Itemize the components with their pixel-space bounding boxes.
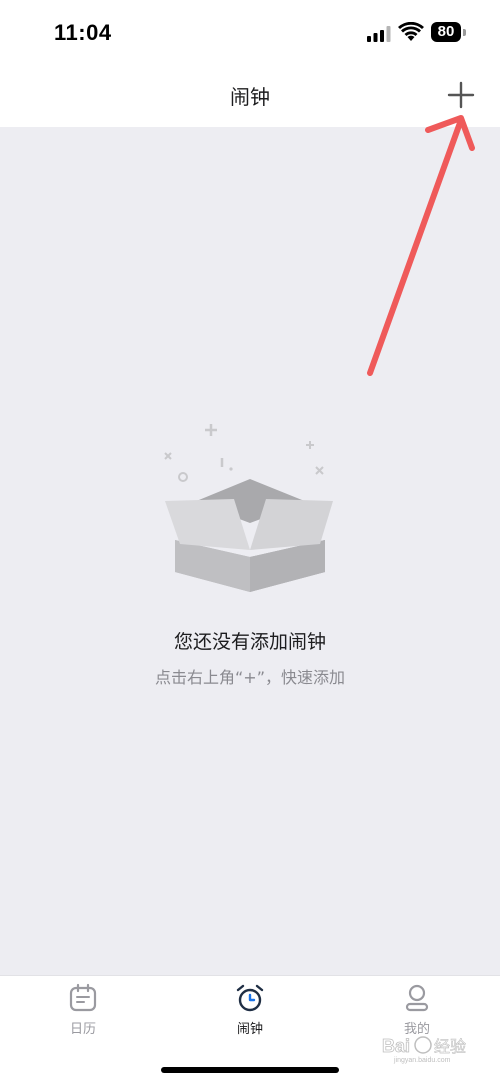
- baidu-jingyan-watermark: Bai 经验 jingyan.baidu.com: [382, 1036, 467, 1064]
- battery-level: 80: [431, 22, 461, 42]
- add-alarm-button[interactable]: [444, 78, 478, 112]
- svg-text:Bai: Bai: [382, 1036, 410, 1056]
- plus-icon: [447, 81, 475, 109]
- battery-indicator: 80: [431, 22, 467, 42]
- tab-calendar[interactable]: 日历: [0, 976, 166, 1046]
- empty-state-hint: 点击右上角“+”，快速添加: [155, 668, 345, 687]
- empty-box-illustration: [164, 424, 333, 592]
- page-title: 闹钟: [230, 85, 270, 109]
- home-indicator: [161, 1067, 339, 1073]
- svg-text:经验: 经验: [434, 1037, 466, 1056]
- tab-bar: 日历 闹钟 我的: [0, 975, 500, 1083]
- alarm-list-area: 您还没有添加闹钟 点击右上角“+”，快速添加: [0, 127, 500, 975]
- cellular-signal-icon: [367, 26, 391, 42]
- status-bar: 11:04 80: [0, 0, 500, 62]
- profile-icon: [405, 984, 429, 1012]
- tab-alarm-label: 闹钟: [236, 1022, 263, 1037]
- wifi-icon: [398, 22, 424, 41]
- tab-alarm[interactable]: 闹钟: [167, 976, 333, 1046]
- navigation-bar: 闹钟: [0, 62, 500, 127]
- status-time: 11:04: [54, 20, 112, 45]
- battery-cap: [463, 29, 466, 36]
- alarm-clock-icon: [236, 984, 264, 1012]
- calendar-icon: [69, 983, 97, 1012]
- empty-state-title: 您还没有添加闹钟: [173, 631, 326, 653]
- tab-calendar-label: 日历: [69, 1022, 96, 1037]
- svg-text:jingyan.baidu.com: jingyan.baidu.com: [393, 1057, 451, 1064]
